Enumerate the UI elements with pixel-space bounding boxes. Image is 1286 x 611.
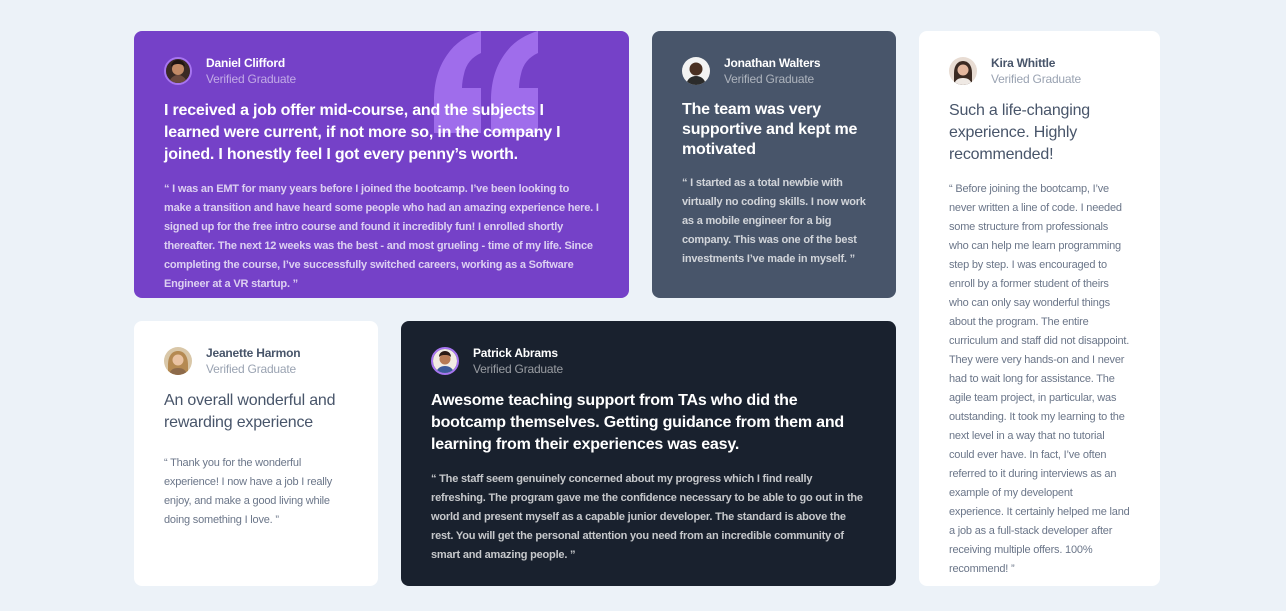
author-name: Daniel Clifford bbox=[206, 56, 286, 70]
author-name: Patrick Abrams bbox=[473, 346, 558, 360]
testimonial-card-kira: Kira Whittle Verified Graduate Such a li… bbox=[919, 31, 1160, 586]
testimonial-body: “ Thank you for the wonderful experience… bbox=[164, 457, 333, 526]
author-role: Verified Graduate bbox=[206, 72, 296, 86]
author-name: Jeanette Harmon bbox=[206, 346, 301, 360]
testimonial-headline: I received a job offer mid-course, and t… bbox=[164, 102, 561, 163]
testimonial-card-jonathan: Jonathan Walters Verified Graduate The t… bbox=[652, 31, 896, 298]
author-role: Verified Graduate bbox=[724, 72, 814, 86]
testimonial-card-jeanette: Jeanette Harmon Verified Graduate An ove… bbox=[134, 321, 378, 586]
author-role: Verified Graduate bbox=[206, 362, 296, 376]
avatar bbox=[949, 57, 977, 85]
testimonial-headline: An overall wonderful and rewarding exper… bbox=[164, 392, 336, 431]
testimonial-body: “ I started as a total newbie with virtu… bbox=[682, 177, 866, 265]
testimonial-headline: Awesome teaching support from TAs who di… bbox=[431, 392, 844, 453]
author-name: Kira Whittle bbox=[991, 56, 1056, 70]
avatar bbox=[164, 347, 192, 375]
testimonial-header: Jeanette Harmon Verified Graduate bbox=[164, 346, 348, 376]
testimonial-header: Daniel Clifford Verified Graduate bbox=[164, 56, 599, 86]
author-role: Verified Graduate bbox=[991, 72, 1081, 86]
testimonial-headline: Such a life-changing experience. Highly … bbox=[949, 102, 1090, 163]
testimonial-header: Patrick Abrams Verified Graduate bbox=[431, 346, 866, 376]
testimonial-body: “ I was an EMT for many years before I j… bbox=[164, 183, 599, 290]
avatar bbox=[164, 57, 192, 85]
testimonial-headline: The team was very supportive and kept me… bbox=[682, 101, 858, 158]
testimonial-body: “ The staff seem genuinely concerned abo… bbox=[431, 473, 863, 561]
testimonial-header: Kira Whittle Verified Graduate bbox=[949, 56, 1130, 86]
avatar bbox=[431, 347, 459, 375]
testimonial-body: “ Before joining the bootcamp, I’ve neve… bbox=[949, 183, 1130, 575]
testimonial-header: Jonathan Walters Verified Graduate bbox=[682, 56, 866, 86]
author-role: Verified Graduate bbox=[473, 362, 563, 376]
testimonial-card-daniel: Daniel Clifford Verified Graduate I rece… bbox=[134, 31, 629, 298]
author-name: Jonathan Walters bbox=[724, 56, 821, 70]
testimonial-card-patrick: Patrick Abrams Verified Graduate Awesome… bbox=[401, 321, 896, 586]
avatar bbox=[682, 57, 710, 85]
